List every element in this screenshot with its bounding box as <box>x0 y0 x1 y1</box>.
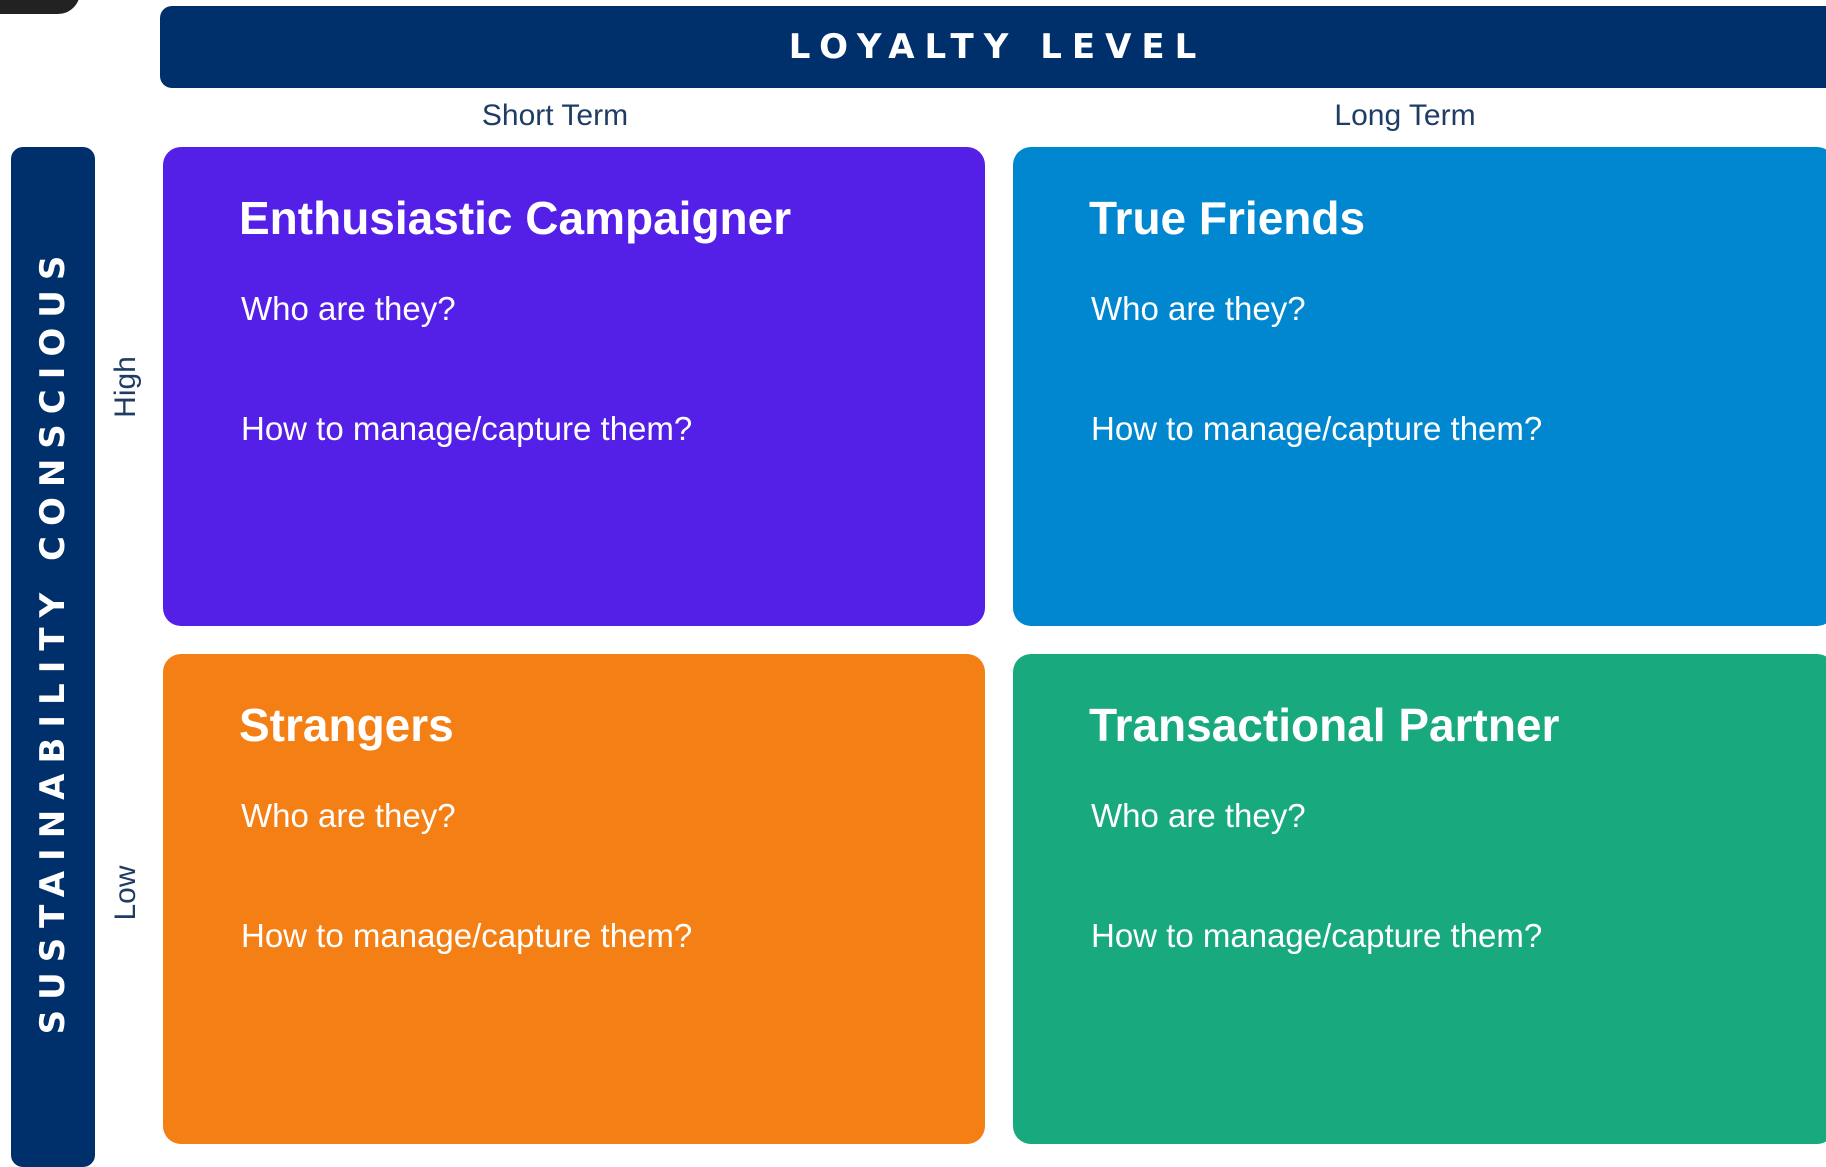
row-label-high: High <box>109 356 142 418</box>
quadrant-question-how: How to manage/capture them? <box>1091 410 1543 447</box>
quadrant-question-how: How to manage/capture them? <box>241 917 693 954</box>
quadrant-question-who: Who are they? <box>241 290 456 327</box>
quadrant-strangers: Strangers Who are they? How to manage/ca… <box>163 654 985 1144</box>
quadrant-question-how: How to manage/capture them? <box>1091 917 1543 954</box>
quadrant-question-how: How to manage/capture them? <box>241 410 693 447</box>
quadrant-title: Enthusiastic Campaigner <box>239 192 792 244</box>
sustainability-axis-title: SUSTAINABILITY CONSCIOUS <box>33 245 73 1035</box>
column-label-short-term: Short Term <box>481 99 629 132</box>
quadrant-true-friends: True Friends Who are they? How to manage… <box>1013 147 1826 626</box>
column-label-long-term: Long Term <box>1334 99 1476 132</box>
loyalty-level-title: LOYALTY LEVEL <box>788 27 1207 67</box>
quadrant-question-who: Who are they? <box>1091 290 1306 327</box>
quadrant-title: Transactional Partner <box>1089 699 1560 751</box>
row-label-low: Low <box>109 865 142 921</box>
quadrant-question-who: Who are they? <box>1091 797 1306 834</box>
quadrant-transactional-partner: Transactional Partner Who are they? How … <box>1013 654 1826 1144</box>
quadrant-question-who: Who are they? <box>241 797 456 834</box>
corner-tab <box>0 0 80 14</box>
quadrant-title: True Friends <box>1089 192 1366 244</box>
quadrant-enthusiastic-campaigner: Enthusiastic Campaigner Who are they? Ho… <box>163 147 985 626</box>
quadrant-title: Strangers <box>239 699 454 751</box>
